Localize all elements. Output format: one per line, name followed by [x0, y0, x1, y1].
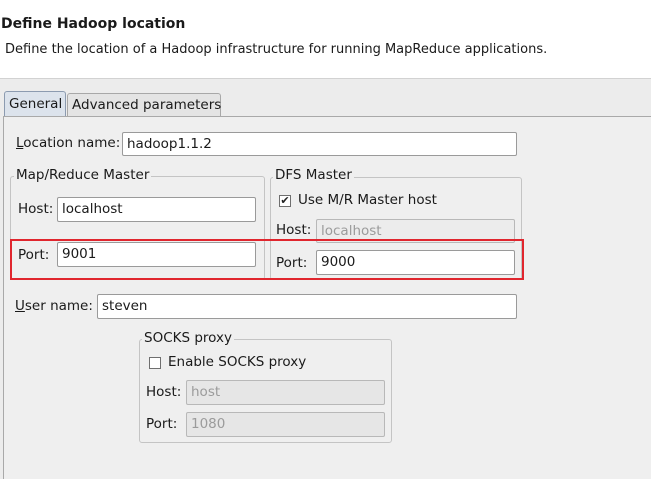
socks-host-input[interactable]: host — [186, 380, 385, 405]
label-text: ser name: — [24, 298, 93, 314]
dfs-host-label: Host: — [276, 222, 312, 238]
socks-proxy-legend: SOCKS proxy — [142, 330, 234, 346]
user-name-label: User name: — [15, 298, 93, 314]
dfs-master-legend: DFS Master — [273, 167, 354, 183]
mr-master-legend: Map/Reduce Master — [14, 167, 152, 183]
dialog-title: Define Hadoop location — [1, 16, 186, 32]
header-banner — [0, 0, 651, 79]
enable-socks-checkbox[interactable] — [149, 357, 161, 369]
port-highlight-box — [10, 239, 524, 280]
location-name-input[interactable]: hadoop1.1.2 — [122, 132, 517, 156]
location-name-label: Location name: — [16, 135, 120, 151]
socks-host-label: Host: — [146, 384, 182, 400]
use-mr-master-label: Use M/R Master host — [298, 192, 437, 208]
user-name-input[interactable]: steven — [97, 294, 517, 319]
enable-socks-label: Enable SOCKS proxy — [168, 354, 307, 370]
use-mr-master-checkbox[interactable]: ✔ — [279, 195, 291, 207]
checkmark-icon: ✔ — [280, 194, 290, 207]
mr-host-label: Host: — [18, 201, 54, 217]
socks-port-label: Port: — [146, 416, 178, 432]
tab-general[interactable]: General — [4, 91, 66, 116]
socks-port-input[interactable]: 1080 — [186, 412, 385, 437]
mr-host-input[interactable]: localhost — [57, 197, 256, 222]
label-text: ocation name: — [23, 135, 121, 151]
dialog-subtitle: Define the location of a Hadoop infrastr… — [5, 42, 548, 57]
tab-advanced-parameters[interactable]: Advanced parameters — [67, 93, 221, 116]
mnemonic-char: U — [15, 298, 25, 314]
